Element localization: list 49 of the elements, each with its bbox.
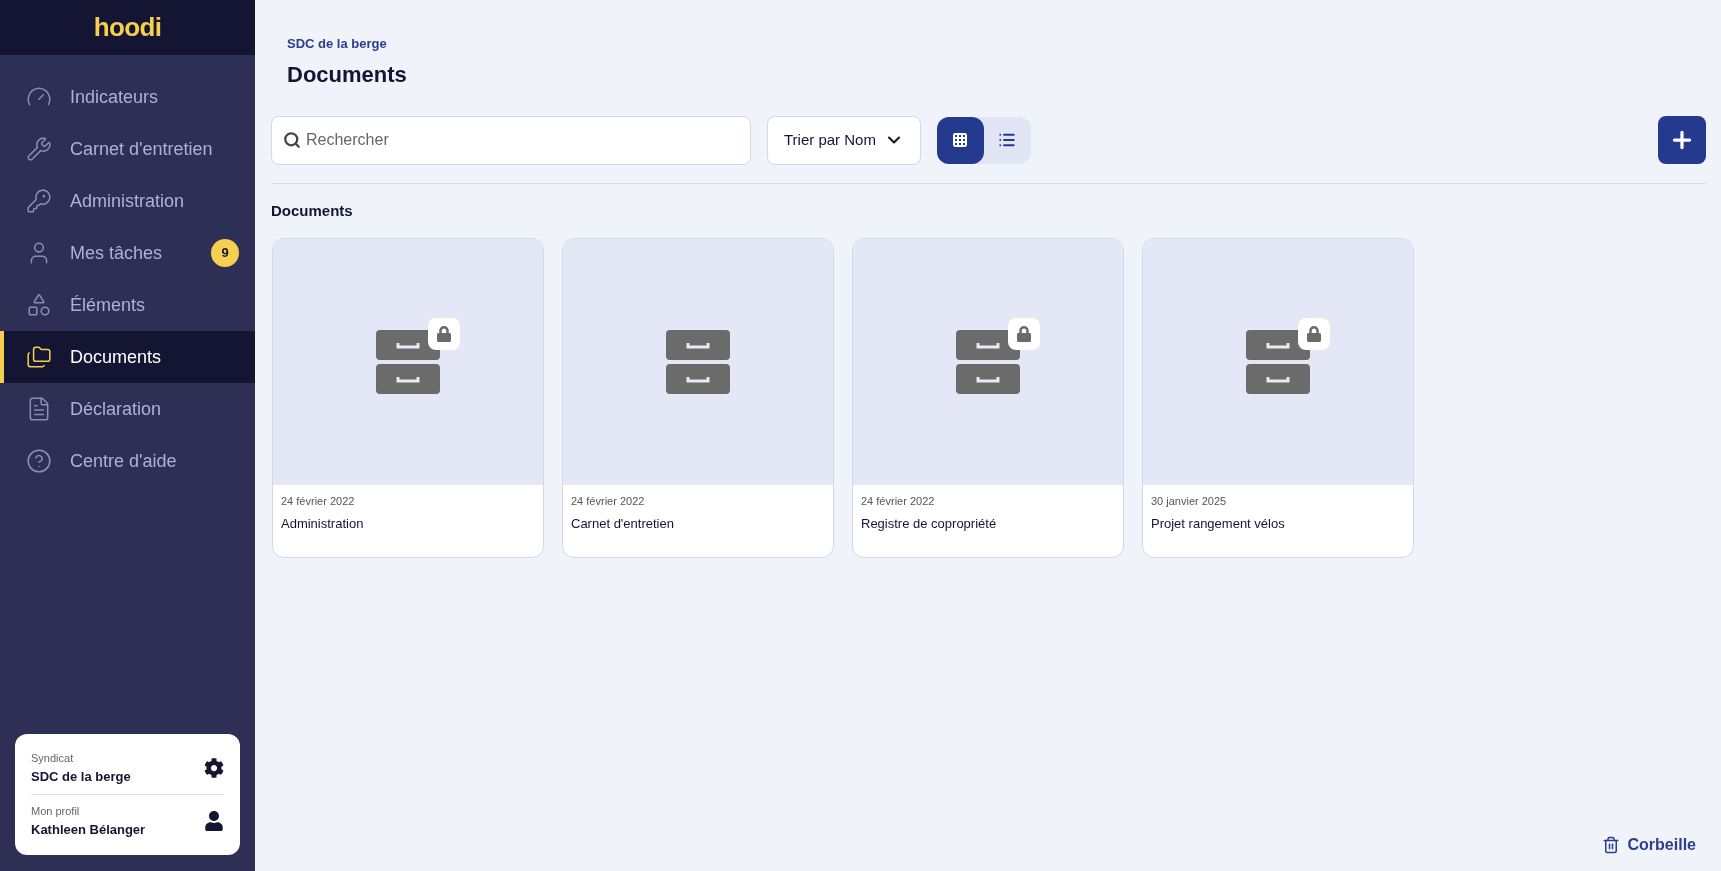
folder-card[interactable]: 24 février 2022 Carnet d'entretien bbox=[562, 238, 834, 558]
key-icon bbox=[26, 188, 52, 214]
folder-date: 30 janvier 2025 bbox=[1151, 494, 1228, 509]
account-name[interactable]: SDC de la berge bbox=[31, 766, 204, 786]
breadcrumb[interactable]: SDC de la berge bbox=[287, 34, 1706, 54]
nav-item[interactable]: Indicateurs bbox=[0, 71, 255, 123]
logo: hoodi bbox=[93, 11, 162, 44]
cabinet-icon bbox=[956, 330, 1020, 394]
nav-item[interactable]: Centre d'aide bbox=[0, 435, 255, 487]
page-title: Documents bbox=[287, 60, 408, 89]
cabinet-icon bbox=[1246, 330, 1310, 394]
folder-name: Registre de copropriété bbox=[861, 514, 998, 533]
folder-icon bbox=[26, 344, 52, 370]
account-name[interactable]: Kathleen Bélanger bbox=[31, 819, 204, 839]
profile-icon[interactable] bbox=[204, 811, 224, 831]
nav-item[interactable]: Documents bbox=[0, 331, 255, 383]
nav-item[interactable]: Carnet d'entretien bbox=[0, 123, 255, 175]
nav-item[interactable]: Mes tâches 9 bbox=[0, 227, 255, 279]
cabinet-icon bbox=[666, 330, 730, 394]
grid-icon bbox=[952, 132, 969, 148]
account-caption: Mon profil bbox=[31, 804, 81, 819]
folder-date: 24 février 2022 bbox=[571, 494, 646, 509]
folder-card[interactable]: 24 février 2022 Administration bbox=[272, 238, 544, 558]
settings-icon[interactable] bbox=[204, 758, 224, 778]
task-count-badge: 9 bbox=[211, 239, 239, 267]
nav-item[interactable]: Administration bbox=[0, 175, 255, 227]
wrench-icon bbox=[26, 136, 52, 162]
trash-button[interactable]: Corbeille bbox=[1601, 833, 1706, 857]
grid-view-button[interactable] bbox=[936, 116, 984, 164]
list-icon bbox=[998, 131, 1017, 149]
nav-item[interactable]: Éléments bbox=[0, 279, 255, 331]
cabinet-icon bbox=[376, 330, 440, 394]
folder-date: 24 février 2022 bbox=[281, 494, 356, 509]
folder-card[interactable]: 24 février 2022 Registre de copropriété bbox=[852, 238, 1124, 558]
folder-name: Carnet d'entretien bbox=[571, 514, 675, 533]
search-field[interactable]: Rechercher bbox=[271, 115, 751, 165]
help-icon bbox=[26, 448, 52, 474]
folder-date: 24 février 2022 bbox=[861, 494, 936, 509]
folder-card[interactable]: 30 janvier 2025 Projet rangement vélos bbox=[1142, 238, 1414, 558]
account-caption: Syndicat bbox=[31, 751, 75, 766]
section-title: Documents bbox=[271, 200, 354, 221]
search-icon bbox=[283, 130, 301, 149]
sort-dropdown[interactable]: Trier par Nom bbox=[767, 115, 921, 165]
folder-name: Administration bbox=[281, 514, 365, 533]
shapes-icon bbox=[26, 292, 52, 318]
trash-icon bbox=[1601, 836, 1620, 854]
folder-name: Projet rangement vélos bbox=[1151, 514, 1286, 533]
add-button[interactable] bbox=[1658, 116, 1706, 164]
nav-item[interactable]: Déclaration bbox=[0, 383, 255, 435]
